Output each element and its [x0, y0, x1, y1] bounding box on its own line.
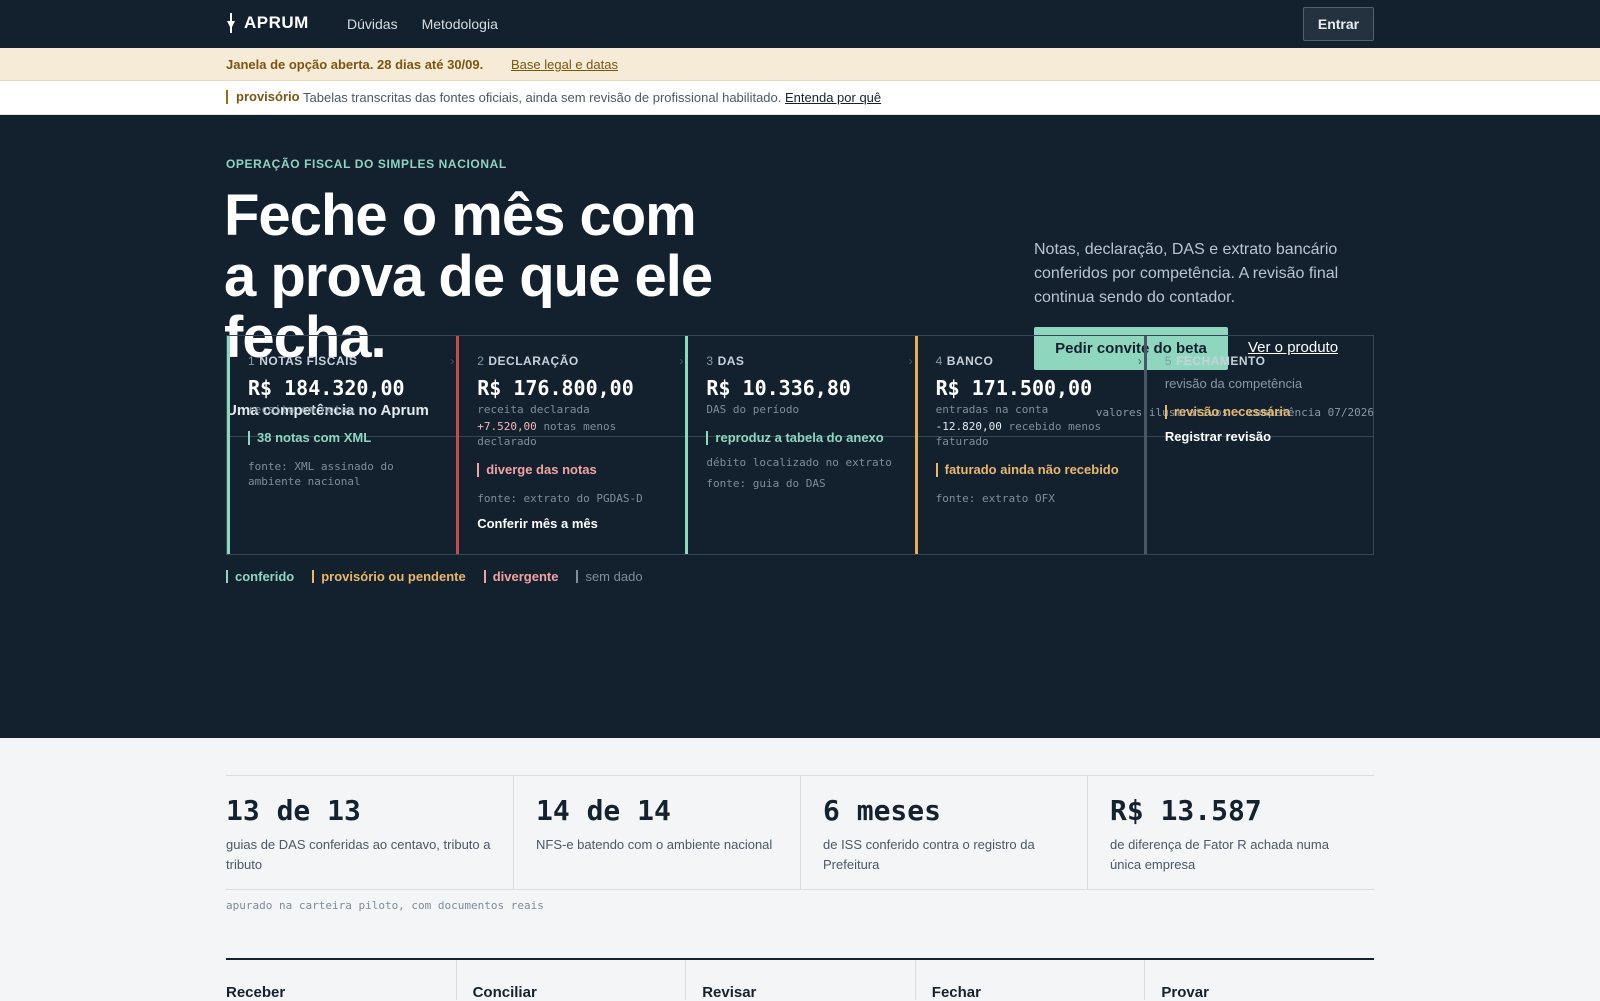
- chevron-right-icon: ›: [1137, 354, 1142, 368]
- card-sub: receita declarada: [477, 403, 590, 416]
- nav-links: Dúvidas Metodologia: [347, 16, 498, 32]
- stat-value: 13 de 13: [226, 794, 361, 827]
- card-sub: DAS do período: [706, 403, 800, 416]
- brand-name: APRUM: [244, 13, 309, 32]
- stat-item: 13 de 13 guias de DAS conferidas ao cent…: [226, 776, 513, 889]
- delta-value: -12.820,00: [935, 420, 1002, 433]
- top-nav: APRUM Dúvidas Metodologia Entrar: [0, 0, 1600, 48]
- register-review-button[interactable]: Registrar revisão: [1165, 429, 1355, 444]
- legend-divergente: divergente: [483, 570, 558, 583]
- stat-value: 6 meses: [823, 794, 942, 827]
- card-plain: revisão da competência: [1164, 376, 1303, 391]
- legend-sem-dado: sem dado: [576, 570, 643, 583]
- banner-link[interactable]: Base legal e datas: [511, 57, 618, 72]
- provisional-link[interactable]: Entenda por quê: [785, 90, 881, 105]
- step-number: 5: [1164, 354, 1172, 368]
- stat-value: 14 de 14: [536, 794, 671, 827]
- nav-link-duvidas[interactable]: Dúvidas: [347, 16, 398, 32]
- provisional-text: Tabelas transcritas das fontes oficiais,…: [303, 90, 881, 105]
- status-badge: faturado ainda não recebido: [935, 463, 1126, 477]
- chevron-right-icon: ›: [908, 354, 913, 368]
- process-provar: Provar: [1144, 960, 1374, 1001]
- process-steps: Receber Conciliar Revisar Fechar Provar: [226, 958, 1374, 1001]
- stat-value: R$ 13.587: [1110, 794, 1262, 827]
- hero-lede: Notas, declaração, DAS e extrato bancári…: [1034, 241, 1339, 306]
- option-window-banner: Janela de opção aberta. 28 dias até 30/0…: [0, 48, 1600, 81]
- card-amount: R$ 184.320,00: [248, 376, 405, 400]
- banner-text: Janela de opção aberta. 28 dias até 30/0…: [226, 57, 484, 72]
- card-note: débito localizado no extrato: [706, 456, 892, 469]
- stat-desc: NFS-e batendo com o ambiente nacional: [536, 837, 773, 852]
- stat-item: 6 meses de ISS conferido contra o regist…: [800, 776, 1087, 889]
- step-number: 1: [248, 354, 256, 368]
- stat-item: R$ 13.587 de diferença de Fator R achada…: [1087, 776, 1374, 889]
- card-fechamento: › 5 FECHAMENTO revisão da competência rev…: [1138, 336, 1373, 554]
- card-das: › 3 DAS R$ 10.336,80 DAS do período repro…: [679, 336, 914, 554]
- card-step: 3 DAS: [706, 354, 896, 368]
- card-step: 4 BANCO: [936, 354, 1126, 368]
- card-declaracao: › 2 DECLARAÇÃO R$ 176.800,00 receita decl…: [450, 336, 685, 554]
- status-badge: revisão necessária: [1164, 405, 1355, 419]
- competence-cards: 1 NOTAS FISCAIS R$ 184.320,00 receita em …: [226, 335, 1374, 555]
- step-label: BANCO: [946, 354, 994, 368]
- stat-desc: de diferença de Fator R achada numa únic…: [1110, 837, 1329, 872]
- delta-value: +7.520,00: [477, 420, 537, 433]
- provisional-notice: provisório Tabelas transcritas das fonte…: [0, 81, 1600, 115]
- step-number: 3: [706, 354, 714, 368]
- step-label: DAS: [717, 354, 745, 368]
- card-step: 5 FECHAMENTO: [1165, 354, 1355, 368]
- status-badge: 38 notas com XML: [248, 431, 438, 445]
- card-source: fonte: extrato OFX: [935, 492, 1055, 505]
- card-delta: +7.520,00 notas menos declarado: [477, 419, 667, 449]
- card-sub: receita em notas: [248, 403, 354, 416]
- legend-provisorio: provisório ou pendente: [312, 570, 466, 583]
- card-notas-fiscais: 1 NOTAS FISCAIS R$ 184.320,00 receita em …: [227, 336, 456, 554]
- brand-logo[interactable]: APRUM: [226, 13, 309, 33]
- stat-desc: de ISS conferido contra o registro da Pr…: [823, 837, 1035, 872]
- status-badge: diverge das notas: [477, 463, 667, 477]
- process-revisar: Revisar: [685, 960, 915, 1001]
- login-button[interactable]: Entrar: [1303, 7, 1374, 41]
- plumb-icon: [226, 13, 236, 33]
- stats-row: 13 de 13 guias de DAS conferidas ao cent…: [226, 775, 1374, 890]
- process-fechar: Fechar: [914, 960, 1145, 1001]
- check-monthly-button[interactable]: Conferir mês a mês: [477, 516, 667, 531]
- card-step: 1 NOTAS FISCAIS: [248, 354, 438, 368]
- stat-desc: guias de DAS conferidas ao centavo, trib…: [226, 837, 491, 872]
- status-legend: conferido provisório ou pendente diverge…: [226, 570, 643, 583]
- card-amount: R$ 171.500,00: [935, 376, 1093, 400]
- stat-item: 14 de 14 NFS-e batendo com o ambiente na…: [513, 776, 800, 889]
- card-step: 2 DECLARAÇÃO: [477, 354, 667, 368]
- provisional-tag: provisório: [226, 90, 300, 104]
- card-source: fonte: extrato do PGDAS-D: [477, 492, 643, 505]
- chevron-right-icon: ›: [679, 354, 684, 368]
- step-number: 4: [935, 354, 943, 368]
- card-delta: -12.820,00 recebido menos faturado: [936, 419, 1126, 449]
- step-number: 2: [477, 354, 485, 368]
- card-sub: entradas na conta: [935, 403, 1049, 416]
- card-amount: R$ 176.800,00: [477, 376, 634, 400]
- card-amount: R$ 10.336,80: [706, 376, 851, 400]
- process-receber: Receber: [226, 984, 286, 1001]
- card-source: fonte: guia do DAS: [706, 477, 826, 490]
- card-banco: › 4 BANCO R$ 171.500,00 entradas na conta…: [909, 336, 1144, 554]
- nav-link-metodologia[interactable]: Metodologia: [422, 16, 498, 32]
- chevron-right-icon: ›: [450, 354, 455, 368]
- step-label: DECLARAÇÃO: [488, 354, 579, 368]
- process-conciliar: Conciliar: [455, 960, 686, 1001]
- step-label: FECHAMENTO: [1176, 354, 1266, 368]
- stats-note: apurado na carteira piloto, com document…: [226, 899, 544, 912]
- card-source: fonte: XML assinado do ambiente nacional: [248, 460, 394, 488]
- legend-conferido: conferido: [226, 570, 294, 583]
- step-label: NOTAS FISCAIS: [259, 354, 358, 368]
- status-badge: reproduz a tabela do anexo: [706, 431, 896, 445]
- provisional-message: Tabelas transcritas das fontes oficiais,…: [303, 90, 782, 105]
- hero-eyebrow: OPERAÇÃO FISCAL DO SIMPLES NACIONAL: [226, 157, 507, 171]
